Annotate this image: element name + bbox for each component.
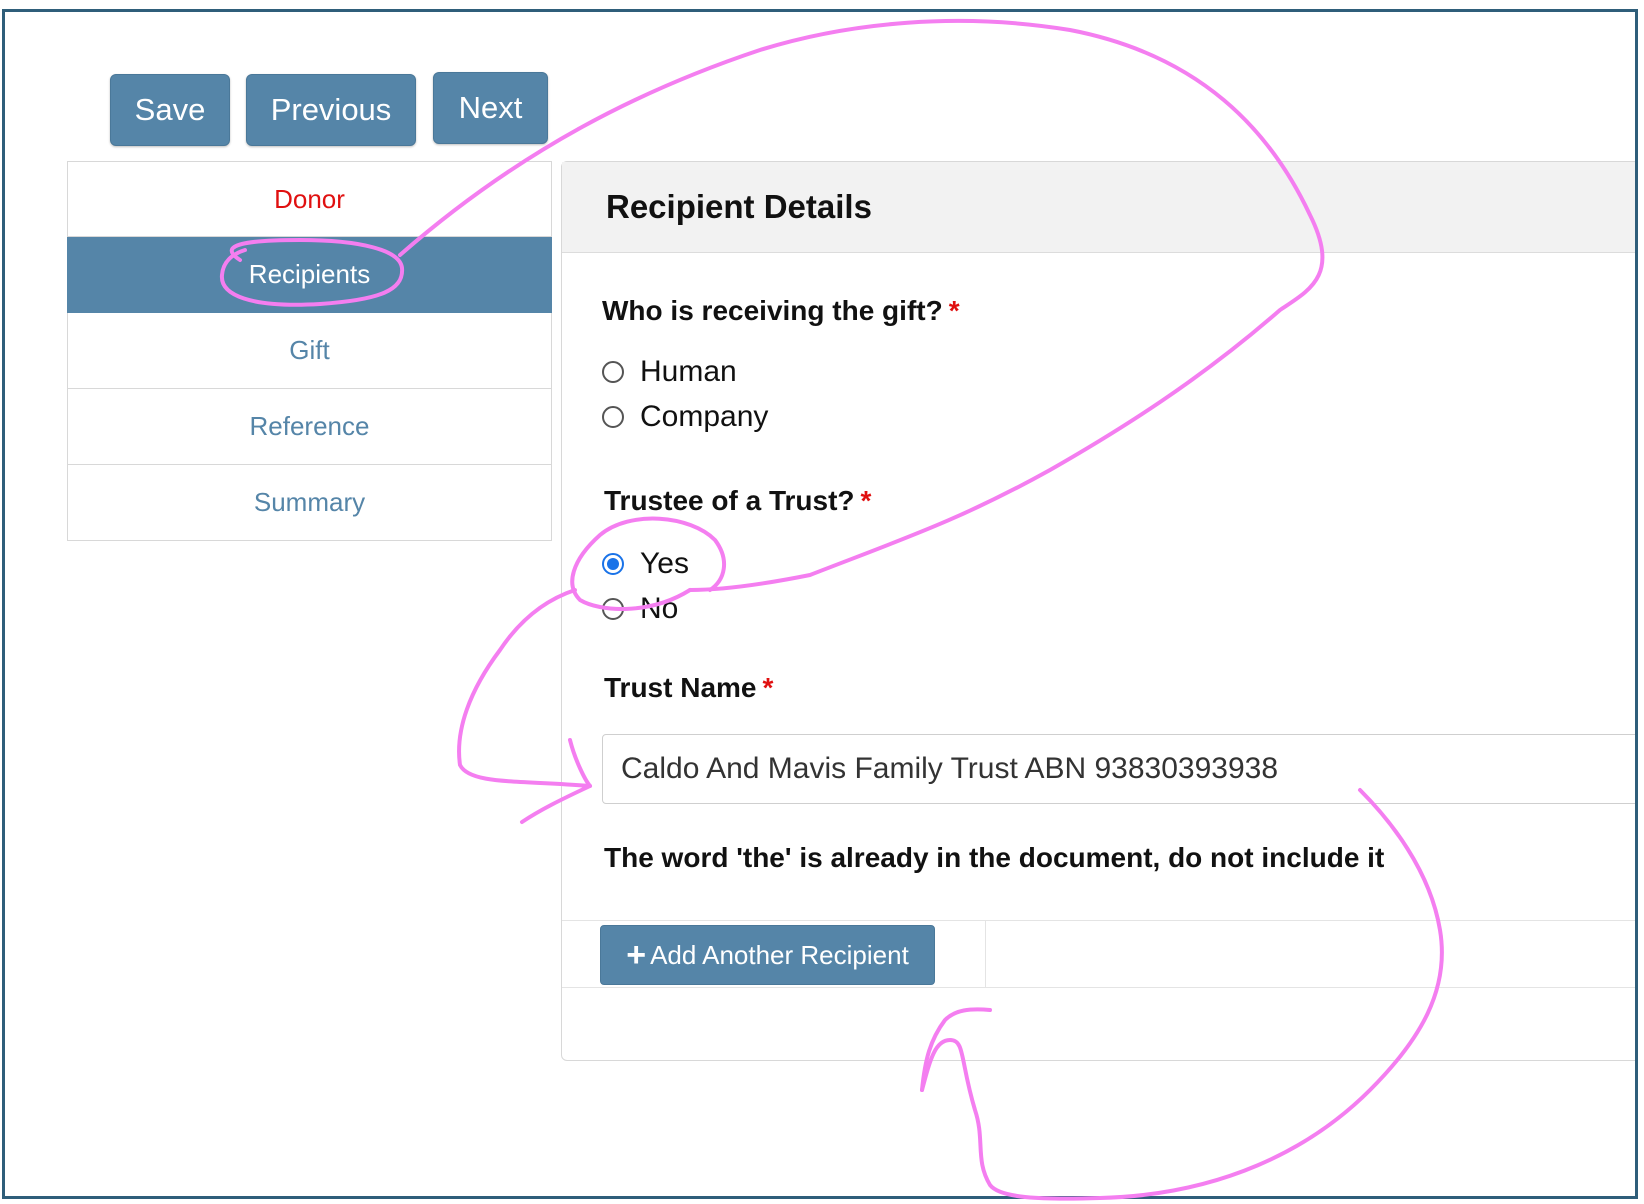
- trust-name-help-text: The word 'the' is already in the documen…: [604, 842, 1385, 873]
- required-mark: *: [762, 672, 774, 703]
- save-button[interactable]: Save: [110, 74, 230, 146]
- sidebar-item-donor[interactable]: Donor: [67, 161, 552, 237]
- trust-name-input[interactable]: [602, 734, 1635, 804]
- radio-yes-label: Yes: [640, 547, 689, 580]
- sidebar-item-reference[interactable]: Reference: [67, 389, 552, 465]
- radio-company-label: Company: [640, 400, 769, 433]
- radio-company[interactable]: Company: [602, 400, 768, 434]
- radio-company-input[interactable]: [602, 406, 624, 428]
- next-button[interactable]: Next: [433, 72, 548, 144]
- trust-name-text: Trust Name: [604, 672, 757, 703]
- panel-title: Recipient Details: [562, 162, 1635, 253]
- plus-icon: +: [626, 936, 647, 974]
- sidebar-nav: Donor Recipients Gift Reference Summary: [67, 161, 552, 541]
- trustee-question-text: Trustee of a Trust?: [604, 485, 855, 516]
- add-another-recipient-label: Add Another Recipient: [650, 939, 909, 970]
- recipient-details-panel: Recipient Details Who is receiving the g…: [561, 161, 1635, 1061]
- required-mark: *: [948, 295, 960, 326]
- footer-divider: [985, 921, 986, 987]
- radio-human[interactable]: Human: [602, 355, 737, 389]
- radio-no-label: No: [640, 592, 679, 625]
- previous-button[interactable]: Previous: [246, 74, 416, 146]
- radio-no-input[interactable]: [602, 598, 624, 620]
- panel-footer: + Add Another Recipient: [562, 920, 1635, 988]
- radio-no[interactable]: No: [602, 592, 678, 626]
- radio-human-label: Human: [640, 355, 737, 388]
- radio-yes[interactable]: Yes: [602, 547, 689, 581]
- window-frame: Save Previous Next Donor Recipients Gift…: [2, 9, 1638, 1199]
- radio-human-input[interactable]: [602, 361, 624, 383]
- required-mark: *: [860, 485, 872, 516]
- sidebar-item-summary[interactable]: Summary: [67, 465, 552, 541]
- radio-yes-input[interactable]: [602, 553, 624, 575]
- sidebar-item-recipients[interactable]: Recipients: [67, 237, 552, 313]
- sidebar-item-gift[interactable]: Gift: [67, 313, 552, 389]
- add-another-recipient-button[interactable]: + Add Another Recipient: [600, 925, 935, 985]
- trustee-question-label: Trustee of a Trust? *: [604, 485, 871, 517]
- trust-name-label: Trust Name *: [604, 672, 773, 704]
- receiver-question-text: Who is receiving the gift?: [602, 295, 943, 326]
- receiver-question-label: Who is receiving the gift? *: [602, 295, 960, 327]
